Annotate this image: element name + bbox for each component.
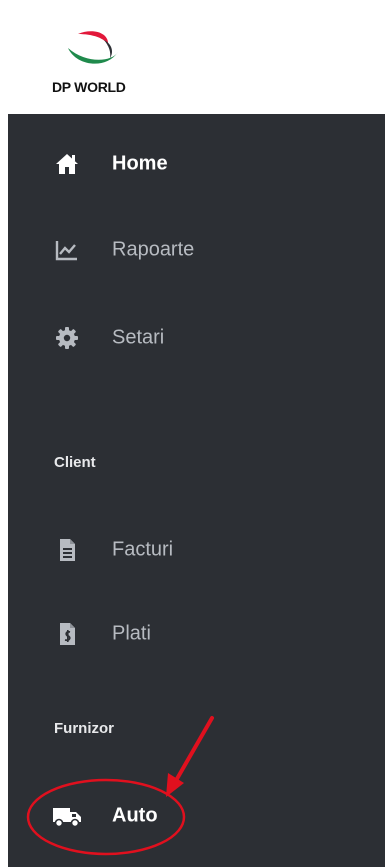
dp-world-logo[interactable]: DP WORLD xyxy=(52,26,162,96)
sidebar-item-home[interactable]: Home xyxy=(8,136,385,192)
sidebar-item-setari[interactable]: Setari xyxy=(8,310,385,366)
sidebar-item-label: Home xyxy=(112,152,168,175)
dp-world-swoosh-logo-icon xyxy=(68,31,118,64)
sidebar-item-label: Auto xyxy=(112,804,158,827)
invoice-file-icon xyxy=(54,537,80,563)
chart-line-icon xyxy=(54,237,80,263)
home-icon xyxy=(54,151,80,177)
sidebar-item-auto[interactable]: Auto xyxy=(8,788,385,844)
app-header: DP WORLD xyxy=(0,0,385,114)
sidebar-item-label: Setari xyxy=(112,326,165,349)
gear-icon xyxy=(54,325,80,351)
sidebar-item-facturi[interactable]: Facturi xyxy=(8,522,385,578)
sidebar: Home Rapoarte Setari Client Facturi Plat… xyxy=(0,114,385,867)
sidebar-item-rapoarte[interactable]: Rapoarte xyxy=(8,222,385,278)
section-title-furnizor: Furnizor xyxy=(54,720,114,737)
sidebar-item-label: Plati xyxy=(112,622,151,645)
sidebar-item-label: Facturi xyxy=(112,538,174,561)
sidebar-item-label: Rapoarte xyxy=(112,238,195,261)
sidebar-item-plati[interactable]: Plati xyxy=(8,606,385,662)
section-title-client: Client xyxy=(54,454,96,471)
payment-file-icon xyxy=(54,621,80,647)
truck-icon xyxy=(52,803,82,829)
brand-name: DP WORLD xyxy=(52,79,126,95)
